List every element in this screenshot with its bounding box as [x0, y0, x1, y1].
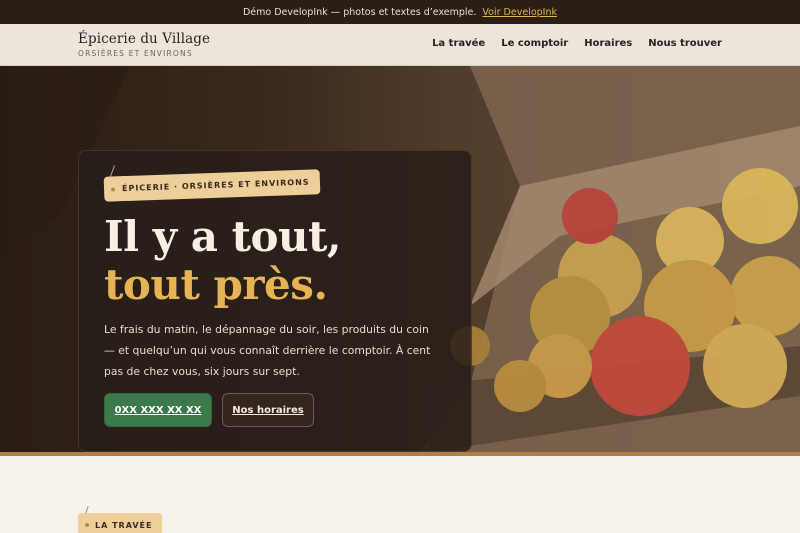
demo-banner: Démo DevelopInk — photos et textes d’exe…: [0, 0, 800, 24]
nav-item-le-comptoir[interactable]: Le comptoir: [501, 38, 568, 49]
tag-string-decoration: [109, 165, 116, 177]
phone-button[interactable]: 0XX XXX XX XX: [104, 393, 212, 427]
brand-name: Épicerie du Village: [78, 31, 211, 47]
brand-subtitle: ORSIÈRES ET ENVIRONS: [78, 49, 193, 58]
hero-tag-badge: ÉPICERIE · ORSIÈRES ET ENVIRONS: [103, 169, 321, 202]
hero-card: ÉPICERIE · ORSIÈRES ET ENVIRONS Il y a t…: [78, 150, 472, 452]
brand-logo[interactable]: Épicerie du Village ORSIÈRES ET ENVIRONS: [78, 31, 210, 58]
hero-lead-text: Le frais du matin, le dépannage du soir,…: [104, 323, 431, 378]
nav-item-horaires[interactable]: Horaires: [584, 38, 632, 49]
hours-button[interactable]: Nos horaires: [222, 393, 314, 427]
nav-item-nous-trouver[interactable]: Nous trouver: [648, 38, 722, 49]
hero-section: ÉPICERIE · ORSIÈRES ET ENVIRONS Il y a t…: [0, 66, 800, 452]
demo-banner-text: Démo DevelopInk — photos et textes d’exe…: [242, 6, 477, 18]
nav-item-la-travee[interactable]: La travée: [432, 38, 485, 49]
site-header: Épicerie du Village ORSIÈRES ET ENVIRONS…: [0, 24, 800, 66]
headline-line-2: tout près.: [104, 260, 328, 309]
main-nav: La travée Le comptoir Horaires Nous trou…: [432, 38, 722, 49]
section-tag-badge: LA TRAVÉE: [78, 513, 163, 533]
demo-banner-link[interactable]: Voir DevelopInk: [482, 7, 557, 18]
headline-line-1: Il y a tout,: [104, 212, 342, 261]
hero-headline: Il y a tout, tout près.: [104, 212, 342, 309]
